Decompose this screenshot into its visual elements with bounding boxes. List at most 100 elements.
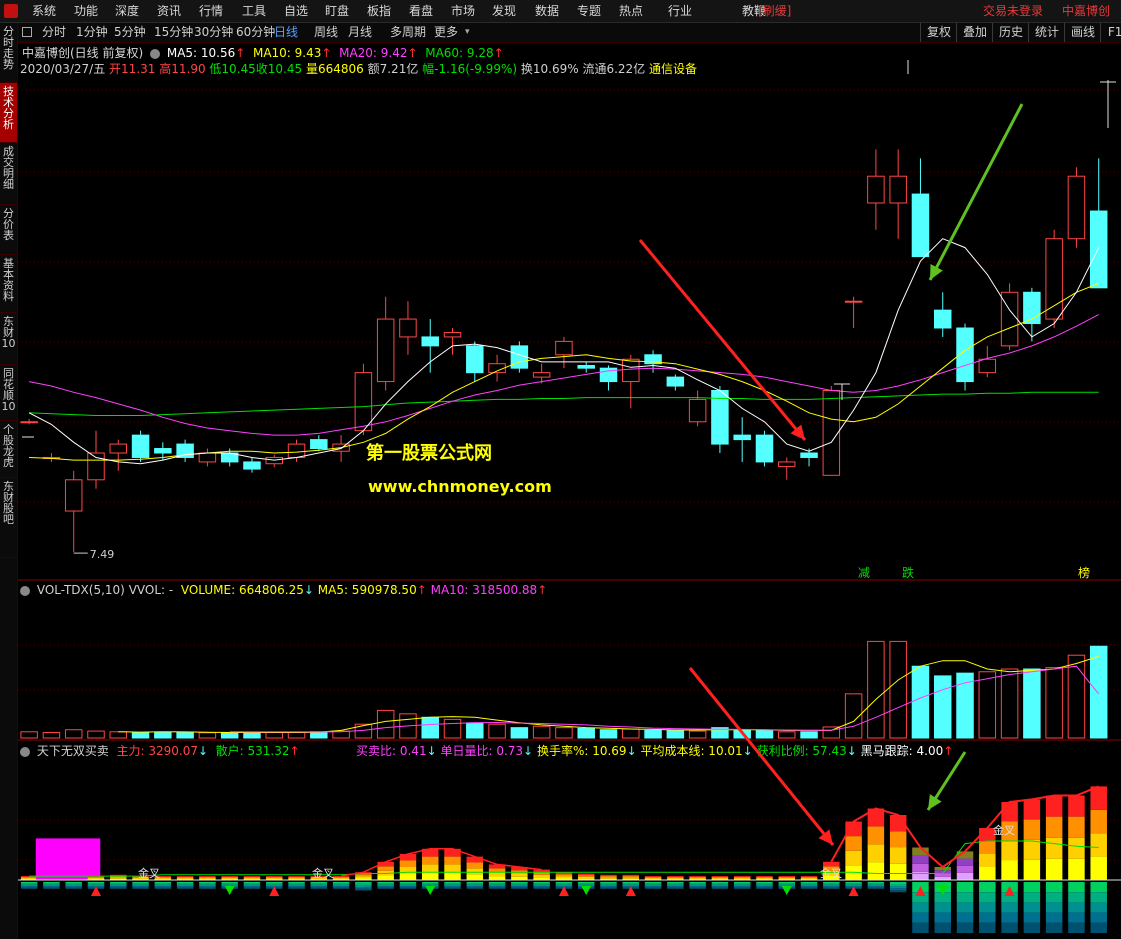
indicator-bar[interactable] (511, 876, 528, 880)
indicator-bar[interactable] (199, 876, 216, 878)
menu-item-10[interactable]: 市场 (451, 0, 475, 22)
indicator-bar[interactable] (555, 876, 573, 879)
indicator-bar[interactable] (622, 877, 640, 879)
volume-bar[interactable] (198, 732, 217, 739)
candle-body[interactable] (1000, 291, 1019, 347)
menu-item-0[interactable]: 系统 (32, 0, 56, 22)
indicator-bar[interactable] (488, 876, 506, 880)
volume-bar[interactable] (844, 693, 863, 739)
volume-bar[interactable] (666, 729, 685, 739)
indicator-bar[interactable] (800, 877, 818, 879)
indicator-bar[interactable] (823, 866, 840, 871)
indicator-bar[interactable] (266, 879, 283, 880)
volume-bar[interactable] (109, 731, 128, 739)
volume-bar[interactable] (711, 727, 729, 739)
candle-body[interactable] (42, 456, 61, 459)
menu-item-8[interactable]: 板指 (367, 0, 391, 22)
candle-body[interactable] (733, 434, 751, 441)
more-caret-icon[interactable]: ▾ (465, 23, 470, 42)
indicator-bar[interactable] (266, 877, 283, 879)
candle-body[interactable] (555, 340, 573, 356)
dropdown-icon[interactable] (20, 746, 30, 757)
candle-body[interactable] (622, 358, 640, 383)
indicator-bar[interactable] (823, 870, 840, 876)
indicator-bar[interactable] (43, 877, 60, 879)
volume-bar[interactable] (287, 731, 306, 739)
indicator-bar[interactable] (533, 869, 550, 873)
toolbar-button-3[interactable]: 统计 (1028, 23, 1065, 42)
indicator-bar[interactable] (399, 860, 417, 868)
indicator-bar[interactable] (332, 877, 350, 879)
indicator-bar[interactable] (912, 847, 929, 856)
volume-bar[interactable] (800, 731, 818, 739)
menu-item-9[interactable]: 看盘 (409, 0, 433, 22)
candle-body[interactable] (644, 354, 662, 365)
indicator-bar[interactable] (1090, 856, 1107, 880)
menu-item-15[interactable]: 行业 (668, 0, 692, 22)
indicator-bar[interactable] (20, 878, 38, 880)
indicator-bar[interactable] (1045, 837, 1063, 859)
indicator-bar[interactable] (1090, 809, 1107, 834)
indicator-bar[interactable] (577, 876, 595, 879)
volume-bar[interactable] (510, 727, 529, 739)
indicator-bar[interactable] (711, 878, 729, 880)
volume-bar[interactable] (956, 672, 974, 739)
indicator-bar[interactable] (956, 851, 974, 859)
indicator-bar[interactable] (310, 876, 328, 878)
indicator-bar[interactable] (934, 870, 951, 874)
indicator-bar[interactable] (845, 836, 862, 851)
indicator-bar[interactable] (533, 872, 550, 875)
indicator-bar[interactable] (1023, 839, 1041, 860)
buy-signal-marker[interactable] (915, 886, 926, 896)
candle-body[interactable] (510, 345, 529, 369)
indicator-bar[interactable] (444, 864, 461, 873)
candle-body[interactable] (287, 443, 306, 458)
volume-bar[interactable] (332, 730, 350, 739)
indicator-bar[interactable] (421, 848, 439, 857)
indicator-bar[interactable] (912, 863, 929, 872)
indicator-bar[interactable] (176, 879, 194, 880)
indicator-bar[interactable] (733, 877, 751, 879)
candle-body[interactable] (310, 439, 328, 450)
candle-body[interactable] (376, 318, 395, 383)
volume-bar[interactable] (154, 731, 172, 739)
candle-body[interactable] (354, 372, 373, 432)
candle-body[interactable] (399, 318, 417, 338)
candle-body[interactable] (889, 175, 907, 204)
trade-status[interactable]: 交易未登录 (983, 0, 1043, 22)
indicator-bar[interactable] (221, 878, 238, 880)
indicator-bar[interactable] (711, 876, 729, 878)
indicator-bar[interactable] (399, 867, 417, 874)
indicator-bar[interactable] (800, 876, 818, 878)
volume-bar[interactable] (933, 675, 952, 739)
indicator-bar[interactable] (199, 878, 216, 880)
indicator-bar[interactable] (110, 877, 127, 879)
indicator-bar[interactable] (377, 866, 394, 871)
indicator-bar[interactable] (1023, 799, 1041, 820)
indicator-bar[interactable] (110, 876, 127, 878)
indicator-bar[interactable] (266, 878, 283, 880)
volume-bar[interactable] (176, 731, 194, 739)
volume-bar[interactable] (889, 640, 907, 739)
candle-body[interactable] (844, 300, 863, 303)
indicator-bar[interactable] (355, 876, 372, 879)
volume-bar[interactable] (555, 727, 573, 739)
indicator-bar[interactable] (444, 872, 461, 880)
volume-bar[interactable] (622, 728, 640, 739)
indicator-bar[interactable] (778, 877, 796, 879)
indicator-bar[interactable] (1001, 802, 1018, 822)
sell-signal-marker[interactable] (781, 886, 792, 895)
dropdown-icon[interactable] (150, 48, 161, 59)
indicator-bar[interactable] (243, 879, 261, 880)
indicator-bar[interactable] (555, 872, 573, 875)
volume-bar[interactable] (688, 730, 707, 739)
sidebar-tab-5[interactable]: 东财10 (0, 313, 17, 365)
indicator-bar[interactable] (421, 864, 439, 873)
sidebar-tab-8[interactable]: 东财股吧 (0, 478, 17, 558)
dropdown-icon[interactable] (20, 585, 30, 596)
indicator-bar[interactable] (20, 876, 38, 878)
menu-item-6[interactable]: 自选 (284, 0, 308, 22)
indicator-bar[interactable] (867, 826, 885, 845)
buy-signal-marker[interactable] (848, 886, 859, 896)
indicator-bar[interactable] (332, 878, 350, 880)
